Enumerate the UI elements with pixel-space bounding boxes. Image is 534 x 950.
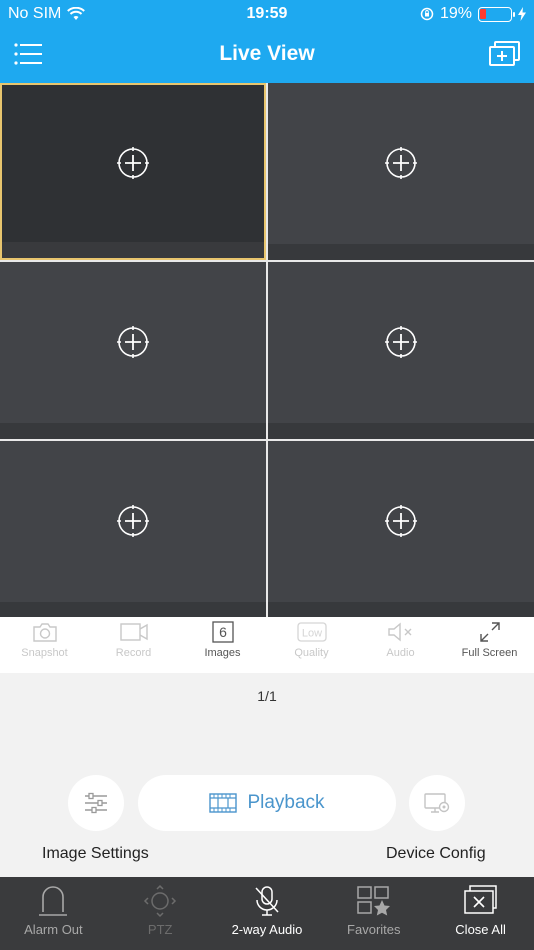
live-view-grid	[0, 83, 534, 618]
channel-info-bar	[0, 423, 266, 439]
quality-low-icon: Low	[296, 622, 327, 642]
images-label: Images	[204, 647, 241, 659]
page-title: Live View	[219, 42, 315, 65]
bottom-bar: Alarm Out PTZ 2-way Audio Favorites Clos…	[0, 877, 534, 950]
battery-fill	[480, 8, 486, 19]
images-count: 6	[219, 624, 227, 640]
image-settings-label: Image Settings	[42, 845, 149, 862]
playback-button[interactable]: Playback	[138, 775, 396, 831]
quality-button[interactable]: Low Quality	[267, 617, 356, 673]
fullscreen-label: Full Screen	[461, 647, 518, 659]
close-all-windows-icon	[463, 885, 497, 914]
channel-cell-1[interactable]	[0, 83, 266, 260]
add-camera-plus-icon[interactable]	[116, 504, 150, 538]
favorites-button[interactable]: Favorites	[320, 877, 427, 950]
alarm-light-icon	[39, 886, 68, 916]
close-all-label: Close All	[455, 922, 506, 937]
device-config-label: Device Config	[386, 845, 486, 862]
monitor-settings-icon	[424, 793, 450, 813]
ptz-button[interactable]: PTZ	[107, 877, 214, 950]
channel-cell-2[interactable]	[268, 83, 534, 260]
alarm-out-button[interactable]: Alarm Out	[0, 877, 107, 950]
channel-info-bar	[268, 244, 534, 260]
ptz-direction-icon	[144, 884, 177, 918]
snapshot-label: Snapshot	[21, 647, 68, 659]
add-camera-plus-icon[interactable]	[116, 146, 150, 180]
expand-icon	[479, 622, 500, 642]
add-camera-plus-icon[interactable]	[116, 325, 150, 359]
add-camera-plus-icon[interactable]	[384, 504, 418, 538]
image-settings-button[interactable]	[68, 775, 124, 831]
channel-info-bar	[0, 602, 266, 618]
two-way-audio-button[interactable]: 2-way Audio	[214, 877, 321, 950]
device-config-button[interactable]	[409, 775, 465, 831]
add-window-icon	[489, 41, 520, 66]
top-bar: No SIM 19:59 19% Live View	[0, 0, 534, 83]
orientation-lock-icon	[420, 7, 434, 21]
battery-icon	[478, 6, 515, 22]
alarm-out-label: Alarm Out	[24, 922, 83, 937]
page-indicator: 1/1	[257, 688, 277, 704]
record-button[interactable]: Record	[89, 617, 178, 673]
status-right: 19%	[420, 5, 526, 23]
quality-value: Low	[301, 628, 321, 640]
add-camera-plus-icon[interactable]	[384, 146, 418, 180]
favorites-grid-icon	[357, 886, 390, 916]
images-button[interactable]: 6 Images	[178, 617, 267, 673]
channel-info-bar	[268, 602, 534, 618]
channel-cell-4[interactable]	[268, 262, 534, 439]
microphone-muted-icon	[255, 886, 279, 916]
charging-bolt-icon	[518, 7, 526, 21]
mute-icon	[387, 622, 411, 642]
playback-label: Playback	[247, 792, 325, 813]
film-strip-icon	[209, 793, 238, 813]
ptz-label: PTZ	[147, 922, 173, 937]
split-count-icon: 6	[211, 621, 234, 643]
channel-cell-6[interactable]	[268, 441, 534, 618]
add-camera-plus-icon[interactable]	[384, 325, 418, 359]
record-label: Record	[115, 647, 152, 659]
fullscreen-button[interactable]: Full Screen	[445, 617, 534, 673]
channel-cell-3[interactable]	[0, 262, 266, 439]
camera-icon	[32, 623, 57, 642]
live-toolbar: Snapshot Record 6 Images Low Quality Aud…	[0, 617, 534, 673]
channel-info-bar	[268, 423, 534, 439]
snapshot-button[interactable]: Snapshot	[0, 617, 89, 673]
close-all-button[interactable]: Close All	[427, 877, 534, 950]
audio-label: Audio	[386, 647, 415, 659]
add-window-button[interactable]	[488, 40, 522, 68]
favorites-label: Favorites	[347, 922, 401, 937]
quality-label: Quality	[294, 647, 329, 659]
channel-info-bar	[2, 242, 264, 258]
sliders-icon	[85, 792, 107, 814]
two-way-audio-label: 2-way Audio	[231, 922, 303, 937]
video-camera-icon	[119, 623, 148, 641]
channel-cell-5[interactable]	[0, 441, 266, 618]
battery-percent: 19%	[439, 5, 472, 22]
audio-button[interactable]: Audio	[356, 617, 445, 673]
status-bar: No SIM 19:59 19%	[0, 0, 534, 28]
